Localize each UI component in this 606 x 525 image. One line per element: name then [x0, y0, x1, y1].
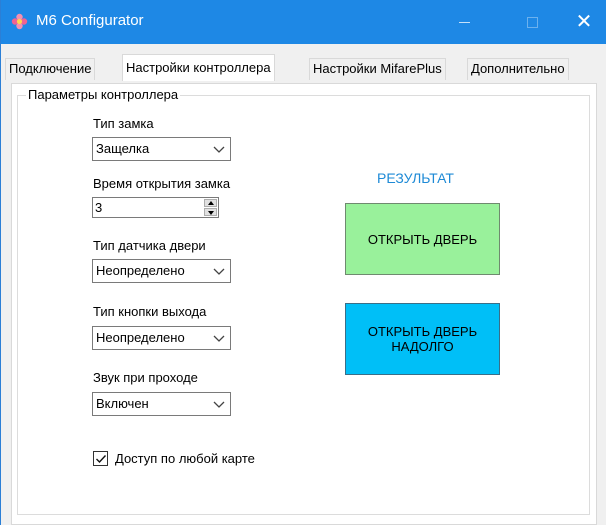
exit-button-type-value: Неопределено	[96, 330, 185, 345]
maximize-icon	[526, 16, 538, 28]
title-bar[interactable]: M6 Configurator ✕	[1, 0, 606, 44]
lock-type-select[interactable]: Защелка	[92, 137, 231, 161]
maximize-button	[509, 0, 555, 44]
exit-button-type-select[interactable]: Неопределено	[92, 326, 231, 350]
any-card-access-checkbox[interactable]	[93, 451, 108, 466]
lock-type-value: Защелка	[96, 141, 150, 156]
open-door-label: ОТКРЫТЬ ДВЕРЬ	[367, 231, 478, 247]
flower-icon	[11, 13, 28, 30]
tab-connection[interactable]: Подключение	[5, 58, 96, 80]
open-door-long-line2: НАДОЛГО	[391, 339, 454, 354]
open-door-long-label: ОТКРЫТЬ ДВЕРЬ НАДОЛГО	[368, 324, 477, 354]
open-door-long-line1: ОТКРЫТЬ ДВЕРЬ	[367, 324, 478, 339]
minimize-button[interactable]	[441, 0, 487, 44]
checkmark-icon	[96, 455, 107, 464]
chevron-down-icon	[213, 401, 225, 408]
pass-sound-select[interactable]: Включен	[92, 392, 231, 416]
spinner-buttons	[204, 199, 217, 216]
app-window: M6 Configurator ✕ Подключение Настройки …	[0, 0, 606, 525]
any-card-access-label[interactable]: Доступ по любой карте	[115, 451, 255, 466]
lock-open-time-value: 3	[95, 200, 103, 215]
tab-strip: Подключение Настройки контроллера Настро…	[1, 54, 606, 84]
result-label: РЕЗУЛЬТАТ	[377, 170, 454, 186]
exit-button-type-label: Тип кнопки выхода	[93, 304, 207, 319]
close-button[interactable]: ✕	[561, 0, 606, 44]
chevron-down-icon	[213, 268, 225, 275]
open-door-long-button[interactable]: ОТКРЫТЬ ДВЕРЬ НАДОЛГО	[345, 303, 500, 375]
spin-up-icon[interactable]	[204, 199, 217, 207]
door-sensor-type-label: Тип датчика двери	[93, 238, 206, 253]
spin-down-icon[interactable]	[204, 208, 217, 216]
pass-sound-value: Включен	[96, 396, 149, 411]
close-icon: ✕	[575, 11, 593, 33]
window-title: M6 Configurator	[36, 12, 144, 29]
lock-open-time-spinner[interactable]: 3	[92, 197, 219, 218]
tab-mifareplus-settings[interactable]: Настройки MifarePlus	[309, 58, 446, 80]
pass-sound-label: Звук при проходе	[93, 370, 198, 385]
chevron-down-icon	[213, 146, 225, 153]
tab-additional[interactable]: Дополнительно	[467, 58, 569, 80]
open-door-button[interactable]: ОТКРЫТЬ ДВЕРЬ	[345, 203, 500, 275]
group-legend: Параметры контроллера	[26, 87, 181, 102]
lock-open-time-label: Время открытия замка	[93, 176, 231, 191]
lock-type-label: Тип замка	[93, 116, 154, 131]
tab-controller-settings[interactable]: Настройки контроллера	[122, 54, 275, 81]
door-sensor-type-value: Неопределено	[96, 263, 185, 278]
door-sensor-type-select[interactable]: Неопределено	[92, 259, 231, 283]
chevron-down-icon	[213, 335, 225, 342]
minimize-icon	[458, 21, 470, 23]
